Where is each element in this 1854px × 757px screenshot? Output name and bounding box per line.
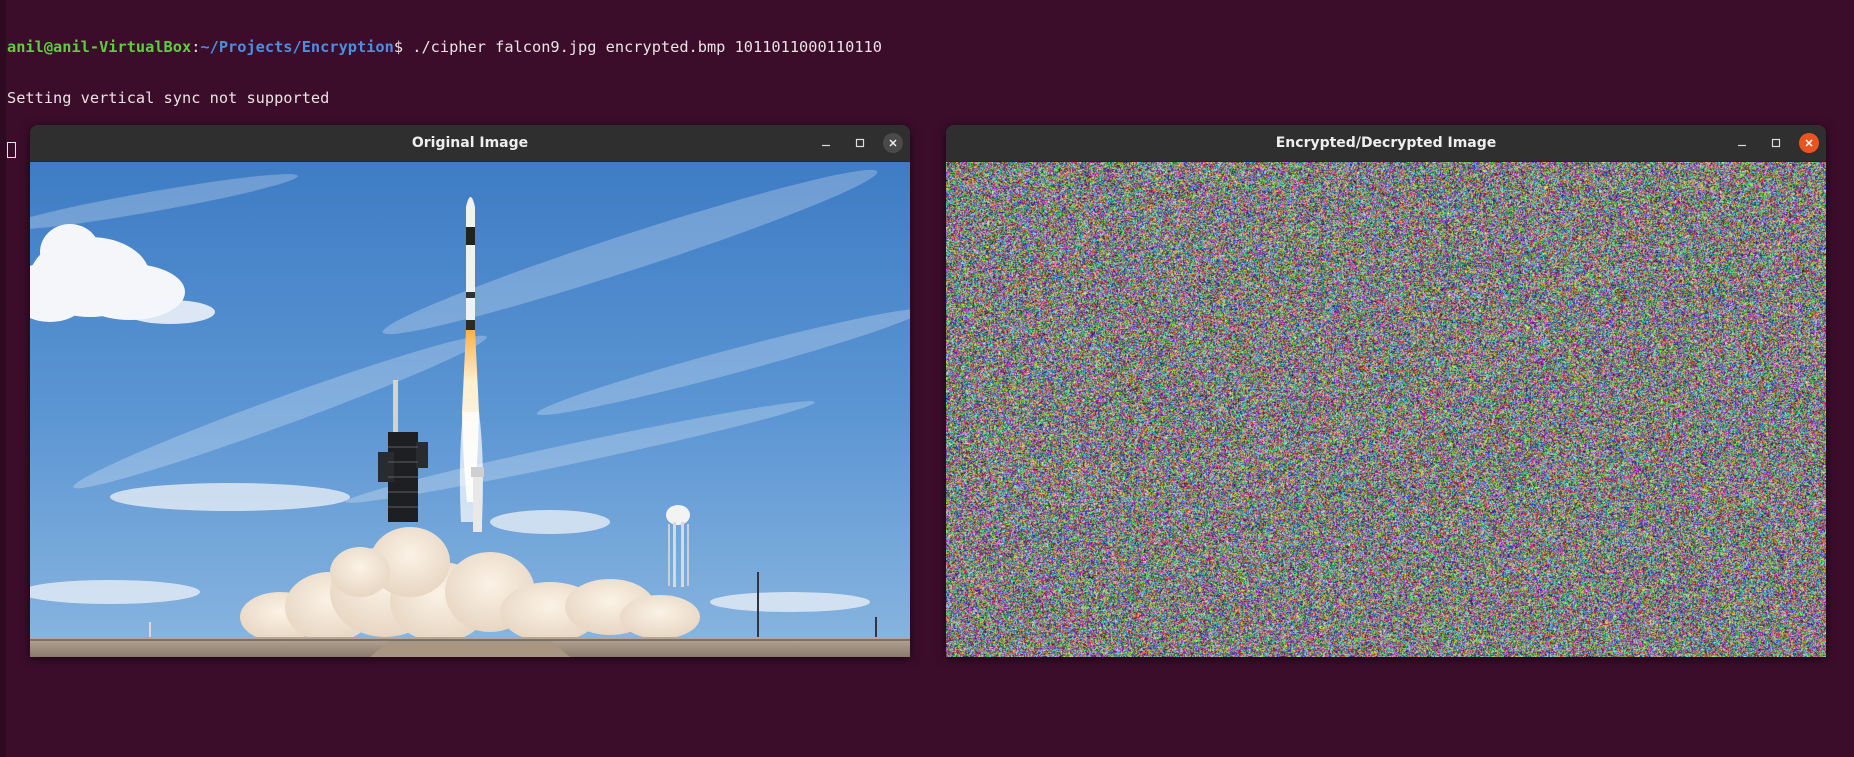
original-image-window[interactable]: Original Image (30, 125, 910, 657)
desktop: anil@anil-VirtualBox:~/Projects/Encrypti… (0, 0, 1854, 757)
window-title: Encrypted/Decrypted Image (946, 125, 1826, 162)
maximize-icon (1766, 133, 1786, 153)
output-line: Setting vertical sync not supported (7, 90, 1854, 107)
minimize-icon (1732, 133, 1752, 153)
terminal-cursor (7, 142, 16, 158)
maximize-icon (850, 133, 870, 153)
prompt-path: ~/Projects/Encryption (200, 38, 393, 56)
encrypted-image-window[interactable]: Encrypted/Decrypted Image (946, 125, 1826, 657)
rocket-launch-image (30, 162, 910, 657)
prompt-dollar: $ (394, 38, 403, 56)
close-button[interactable] (1799, 133, 1819, 153)
minimize-button[interactable] (816, 133, 836, 153)
command-line: anil@anil-VirtualBox:~/Projects/Encrypti… (7, 39, 1854, 56)
command-text: ./cipher falcon9.jpg encrypted.bmp 10110… (403, 38, 882, 56)
prompt-user: anil@anil-VirtualBox (7, 38, 191, 56)
close-icon (883, 133, 903, 153)
encrypted-noise-image (946, 162, 1826, 657)
noise-canvas (946, 162, 1826, 657)
window-title: Original Image (30, 125, 910, 162)
window-titlebar[interactable]: Encrypted/Decrypted Image (946, 125, 1826, 162)
rocket-launch-picture (30, 162, 910, 657)
minimize-icon (816, 133, 836, 153)
minimize-button[interactable] (1732, 133, 1752, 153)
close-icon (1799, 133, 1819, 153)
maximize-button[interactable] (850, 133, 870, 153)
maximize-button[interactable] (1766, 133, 1786, 153)
close-button[interactable] (883, 133, 903, 153)
window-titlebar[interactable]: Original Image (30, 125, 910, 162)
